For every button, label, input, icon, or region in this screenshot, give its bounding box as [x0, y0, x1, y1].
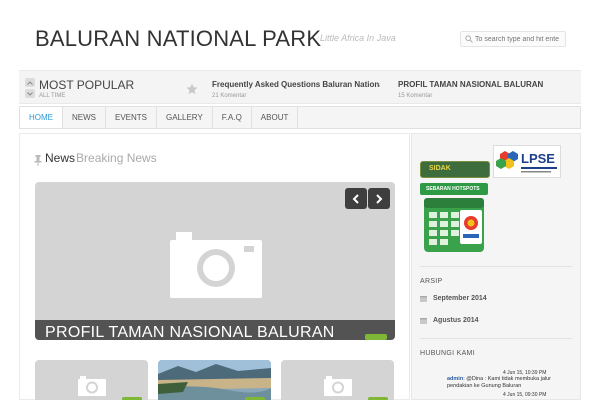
popular-item-comments: 15 Komentar [398, 93, 433, 99]
sidak-label: SIDAK [429, 165, 451, 172]
sidak-banner[interactable]: SIDAK [420, 161, 490, 178]
nav-item-events[interactable]: EVENTS [106, 107, 158, 128]
popular-arrows [25, 78, 35, 100]
hotspot-banner[interactable]: SEBARAN HOTSPOTS [420, 183, 488, 253]
popular-item-comments: 21 Komentar [212, 93, 247, 99]
nav-item-about[interactable]: ABOUT [252, 107, 299, 128]
search-icon [465, 35, 473, 44]
archive-item-label[interactable]: Agustus 2014 [433, 317, 479, 324]
popular-title: MOST POPULAR [39, 78, 135, 92]
slider-next-button[interactable] [368, 188, 390, 209]
slider-prev-button[interactable] [345, 188, 367, 209]
news-thumbnail[interactable] [281, 360, 394, 400]
section-title-bold: News [45, 151, 76, 165]
pin-icon [34, 153, 42, 166]
archive-item[interactable]: Agustus 2014 [420, 317, 479, 324]
site-tagline: Little Africa In Java [320, 33, 396, 43]
section-title-light: Breaking News [76, 151, 157, 165]
sidebar-divider [420, 266, 572, 267]
popular-bar: MOST POPULAR ALL TIME Frequently Asked Q… [19, 70, 581, 104]
archive-heading: ARSIP [420, 278, 443, 285]
comment-body: : @Dina : Kami tidak membuka jalur penda… [447, 376, 552, 389]
camera-icon [78, 376, 106, 400]
calendar-icon [420, 317, 427, 324]
news-thumbnail[interactable] [158, 360, 271, 400]
nav-item-faq[interactable]: F.A.Q [213, 107, 252, 128]
popular-item-title[interactable]: PROFIL TAMAN NASIONAL BALURAN [398, 80, 588, 89]
archive-item[interactable]: September 2014 [420, 295, 487, 302]
lpse-logo[interactable]: LPSE [493, 145, 561, 178]
camera-icon [170, 230, 262, 303]
calendar-icon [424, 198, 484, 252]
comment-date: 4 Jun 15, 09:30 PM [503, 392, 547, 398]
search-input[interactable] [475, 35, 566, 43]
slider-caption[interactable]: PROFIL TAMAN NASIONAL BALURAN [45, 324, 335, 340]
popular-item-title[interactable]: Frequently Asked Questions Baluran Natio… [212, 80, 380, 89]
archive-item-label[interactable]: September 2014 [433, 295, 487, 302]
sidebar-divider [420, 338, 572, 339]
contact-heading: HUBUNGI KAMI [420, 350, 475, 357]
featured-slider[interactable]: PROFIL TAMAN NASIONAL BALURAN [35, 182, 395, 340]
nav-item-news[interactable]: NEWS [63, 107, 106, 128]
comment-author[interactable]: admin [447, 376, 463, 382]
star-icon [186, 82, 198, 95]
landscape-photo [158, 360, 271, 400]
comment-text: admin: @Dina : Kami tidak membuka jalur … [447, 376, 557, 390]
search-box[interactable] [460, 31, 566, 47]
popular-item[interactable]: Frequently Asked Questions Baluran Natio… [212, 80, 380, 99]
calendar-icon [420, 295, 427, 302]
popular-item[interactable]: PROFIL TAMAN NASIONAL BALURAN 15 Komenta… [398, 80, 588, 99]
nav-item-home[interactable]: HOME [20, 107, 63, 128]
nav-item-gallery[interactable]: GALLERY [157, 107, 213, 128]
camera-icon [324, 376, 352, 400]
popular-subtitle: ALL TIME [39, 93, 66, 99]
lpse-logo-text: LPSE [521, 151, 555, 166]
news-thumbnail[interactable] [35, 360, 148, 400]
section-heading: News Breaking News [34, 151, 157, 166]
site-title[interactable]: BALURAN NATIONAL PARK [35, 26, 321, 52]
comment-badge [365, 334, 387, 340]
chevron-up-icon[interactable] [25, 78, 35, 87]
chevron-down-icon[interactable] [25, 89, 35, 98]
hotspot-label: SEBARAN HOTSPOTS [426, 186, 480, 192]
main-nav: HOME NEWS EVENTS GALLERY F.A.Q ABOUT [19, 106, 581, 129]
